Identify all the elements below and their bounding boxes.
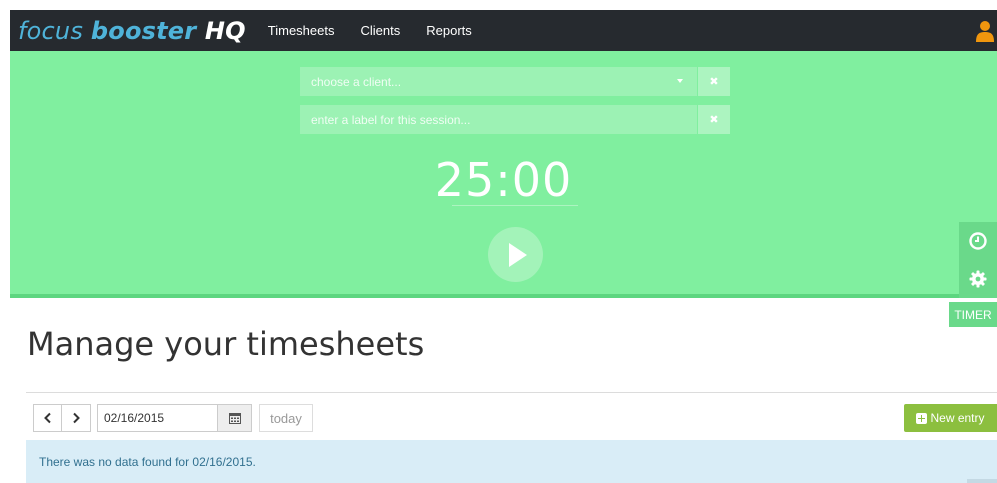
clear-label-button[interactable]: ✖ bbox=[698, 105, 730, 134]
clock-icon bbox=[969, 232, 987, 250]
page-title: Manage your timesheets bbox=[27, 325, 425, 363]
top-navbar: focus booster HQ Timesheets Clients Repo… bbox=[10, 10, 997, 51]
nav-timesheets[interactable]: Timesheets bbox=[268, 23, 335, 38]
date-nav-group bbox=[33, 404, 91, 432]
chevron-right-icon bbox=[73, 412, 80, 424]
nav-clients[interactable]: Clients bbox=[360, 23, 400, 38]
no-data-alert: There was no data found for 02/16/2015. bbox=[26, 440, 997, 483]
settings-button[interactable] bbox=[959, 260, 997, 298]
previous-day-button[interactable] bbox=[33, 404, 62, 432]
gear-icon bbox=[969, 270, 987, 288]
history-button[interactable] bbox=[959, 222, 997, 260]
next-day-button[interactable] bbox=[62, 404, 91, 432]
logo-text-hq: HQ bbox=[196, 16, 246, 45]
session-label-field bbox=[300, 105, 697, 134]
new-entry-button[interactable]: New entry bbox=[904, 404, 997, 432]
timer-tab[interactable]: TIMER bbox=[949, 302, 997, 327]
logo-text-focus: focus bbox=[18, 16, 91, 45]
client-select-row: choose a client... ✖ bbox=[300, 67, 730, 96]
date-input[interactable] bbox=[97, 404, 217, 432]
nav-reports[interactable]: Reports bbox=[426, 23, 472, 38]
new-entry-label: New entry bbox=[930, 411, 985, 425]
client-select-placeholder: choose a client... bbox=[311, 74, 402, 89]
logo-text-booster: booster bbox=[90, 16, 197, 45]
calendar-button[interactable] bbox=[217, 404, 252, 432]
label-input-row: ✖ bbox=[300, 105, 730, 134]
clear-client-button[interactable]: ✖ bbox=[698, 67, 730, 96]
calendar-icon bbox=[228, 413, 241, 424]
client-select[interactable]: choose a client... bbox=[300, 67, 697, 96]
play-button[interactable] bbox=[488, 227, 543, 282]
play-icon bbox=[508, 242, 527, 267]
user-icon[interactable] bbox=[975, 20, 995, 42]
title-divider bbox=[26, 392, 997, 393]
session-label-input[interactable] bbox=[311, 112, 697, 127]
today-button[interactable]: today bbox=[259, 404, 313, 432]
alert-corner bbox=[967, 479, 997, 483]
timer-panel: choose a client... ✖ ✖ 25:00 bbox=[10, 51, 997, 298]
date-toolbar: today bbox=[33, 404, 313, 432]
timer-display: 25:00 bbox=[434, 153, 573, 207]
plus-square-icon bbox=[916, 412, 928, 424]
app-logo[interactable]: focus booster HQ bbox=[18, 17, 246, 45]
chevron-left-icon bbox=[43, 412, 51, 424]
no-data-message: There was no data found for 02/16/2015. bbox=[39, 454, 256, 469]
chevron-down-icon bbox=[677, 79, 683, 83]
main-nav: Timesheets Clients Reports bbox=[268, 23, 498, 38]
timer-underline bbox=[452, 205, 578, 206]
